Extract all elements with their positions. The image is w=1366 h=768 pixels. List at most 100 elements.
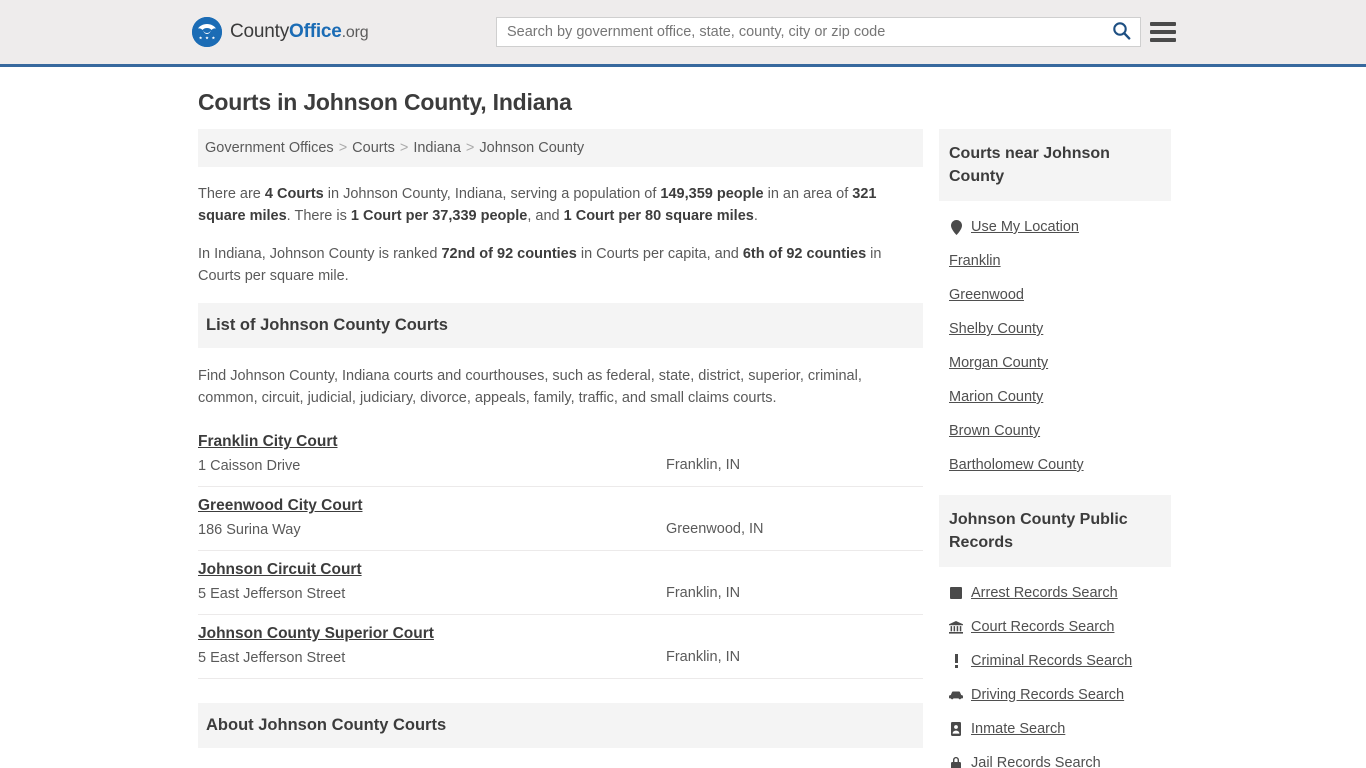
intro-text: in Courts per capita, and	[576, 246, 743, 262]
content-columns: Government Offices > Courts > Indiana > Johnso…	[198, 129, 1174, 768]
sidebar-item-label[interactable]: Franklin	[949, 253, 1001, 269]
sidebar-item-label[interactable]: Morgan County	[949, 355, 1048, 371]
brand-part-county: County	[230, 21, 290, 42]
lock-icon	[949, 755, 963, 768]
brand-part-office: Office	[289, 21, 342, 42]
exclamation-icon	[949, 653, 963, 669]
intro-paragraph-2: In Indiana, Johnson County is ranked 72n…	[198, 243, 923, 287]
sidebar-item-label[interactable]: Driving Records Search	[971, 687, 1124, 703]
site-header: CountyOffice.org	[0, 0, 1366, 67]
court-name-link[interactable]: Franklin City Court	[198, 433, 338, 451]
stat-population: 149,359 people	[660, 186, 764, 202]
search-button[interactable]	[1102, 18, 1140, 46]
sidebar-item-bartholomew-county[interactable]: Bartholomew County	[939, 448, 1171, 482]
court-name-link[interactable]: Johnson County Superior Court	[198, 625, 434, 643]
search-bar[interactable]	[496, 17, 1141, 47]
records-section-heading: Johnson County Public Records	[939, 495, 1171, 567]
main-content: Government Offices > Courts > Indiana > Johnso…	[198, 129, 923, 768]
court-name-link[interactable]: Greenwood City Court	[198, 497, 362, 515]
stat-court-count: 4 Courts	[264, 186, 324, 202]
court-address: 5 East Jefferson Street	[198, 586, 346, 602]
sidebar-item-use-my-location[interactable]: Use My Location	[939, 210, 1171, 244]
hamburger-bar	[1150, 38, 1176, 42]
hamburger-menu-icon[interactable]	[1150, 22, 1176, 42]
sidebar-item-label[interactable]: Brown County	[949, 423, 1040, 439]
brand-wordmark: CountyOffice.org	[230, 21, 369, 43]
table-row[interactable]: Greenwood City Court 186 Surina Way Gree…	[198, 487, 923, 551]
intro-paragraph-1: There are 4 Courts in Johnson County, In…	[198, 183, 923, 227]
sidebar-item-inmate-search[interactable]: Inmate Search	[939, 712, 1171, 746]
intro-text: .	[753, 208, 758, 224]
court-info: Johnson Circuit Court 5 East Jefferson S…	[198, 561, 666, 602]
sidebar-item-marion-county[interactable]: Marion County	[939, 380, 1171, 414]
sidebar-item-label[interactable]: Marion County	[949, 389, 1043, 405]
sidebar-item-criminal-records-search[interactable]: Criminal Records Search	[939, 644, 1171, 678]
sidebar-item-brown-county[interactable]: Brown County	[939, 414, 1171, 448]
intro-text: . There is	[286, 208, 351, 224]
table-row[interactable]: Johnson Circuit Court 5 East Jefferson S…	[198, 551, 923, 615]
car-icon	[949, 687, 963, 703]
sidebar-item-label[interactable]: Greenwood	[949, 287, 1024, 303]
courthouse-icon	[949, 619, 963, 635]
stat-rank-per-capita: 72nd of 92 counties	[441, 246, 577, 262]
id-badge-icon	[949, 721, 963, 737]
hamburger-bar	[1150, 22, 1176, 26]
sidebar-item-label[interactable]: Arrest Records Search	[971, 585, 1118, 601]
intro-text: in an area of	[763, 186, 853, 202]
sidebar-item-driving-records-search[interactable]: Driving Records Search	[939, 678, 1171, 712]
court-city: Franklin, IN	[666, 585, 741, 601]
court-info: Johnson County Superior Court 5 East Jef…	[198, 625, 666, 666]
search-icon	[1112, 21, 1131, 43]
court-info: Greenwood City Court 186 Surina Way	[198, 497, 666, 538]
site-logo[interactable]: CountyOffice.org	[192, 17, 369, 47]
sidebar-item-label[interactable]: Use My Location	[971, 219, 1079, 235]
sidebar-item-court-records-search[interactable]: Court Records Search	[939, 610, 1171, 644]
sidebar-item-label[interactable]: Inmate Search	[971, 721, 1065, 737]
sidebar-item-franklin[interactable]: Franklin	[939, 244, 1171, 278]
sidebar-item-label[interactable]: Court Records Search	[971, 619, 1114, 635]
court-address: 5 East Jefferson Street	[198, 650, 346, 666]
breadcrumb-item-indiana[interactable]: Indiana	[413, 140, 461, 156]
page-body: Courts in Johnson County, Indiana Govern…	[0, 89, 1366, 768]
stat-rank-per-area: 6th of 92 counties	[742, 246, 867, 262]
intro-text: There are	[198, 186, 265, 202]
eagle-stars-logo-icon	[192, 17, 222, 47]
court-city: Franklin, IN	[666, 649, 741, 665]
sidebar-item-shelby-county[interactable]: Shelby County	[939, 312, 1171, 346]
sidebar-item-greenwood[interactable]: Greenwood	[939, 278, 1171, 312]
sidebar-item-jail-records-search[interactable]: Jail Records Search	[939, 746, 1171, 768]
sidebar-item-label[interactable]: Criminal Records Search	[971, 653, 1132, 669]
court-info: Franklin City Court 1 Caisson Drive	[198, 433, 666, 474]
page-title: Courts in Johnson County, Indiana	[198, 89, 572, 115]
breadcrumb-separator: >	[465, 140, 475, 156]
table-row[interactable]: Johnson County Superior Court 5 East Jef…	[198, 615, 923, 679]
sidebar-item-label[interactable]: Jail Records Search	[971, 755, 1101, 768]
hamburger-bar	[1150, 30, 1176, 34]
court-address: 186 Surina Way	[198, 522, 301, 538]
records-list: Arrest Records Search Court Records Sear…	[939, 567, 1171, 768]
court-city: Greenwood, IN	[666, 521, 764, 537]
breadcrumb-separator: >	[399, 140, 409, 156]
nearby-section-heading: Courts near Johnson County	[939, 129, 1171, 201]
sidebar-item-morgan-county[interactable]: Morgan County	[939, 346, 1171, 380]
breadcrumb-separator: >	[338, 140, 348, 156]
sidebar-item-label[interactable]: Shelby County	[949, 321, 1043, 337]
breadcrumb-item-courts[interactable]: Courts	[352, 140, 395, 156]
table-row[interactable]: Franklin City Court 1 Caisson Drive Fran…	[198, 423, 923, 487]
breadcrumb: Government Offices > Courts > Indiana > Johnso…	[198, 129, 923, 167]
court-name-link[interactable]: Johnson Circuit Court	[198, 561, 362, 579]
about-section-heading: About Johnson County Courts	[198, 703, 923, 748]
sidebar-item-label[interactable]: Bartholomew County	[949, 457, 1084, 473]
intro-statistics: There are 4 Courts in Johnson County, In…	[198, 183, 923, 287]
fingerprint-square-icon	[949, 585, 963, 601]
breadcrumb-item-johnson-county[interactable]: Johnson County	[479, 140, 584, 156]
intro-text: in Johnson County, Indiana, serving a po…	[323, 186, 661, 202]
search-input[interactable]	[497, 18, 1102, 46]
breadcrumb-item-government-offices[interactable]: Government Offices	[205, 140, 334, 156]
list-section-description: Find Johnson County, Indiana courts and …	[198, 368, 862, 406]
sidebar-item-arrest-records-search[interactable]: Arrest Records Search	[939, 576, 1171, 610]
brand-part-org: .org	[341, 24, 369, 41]
court-city: Franklin, IN	[666, 457, 741, 473]
list-section-heading: List of Johnson County Courts	[198, 303, 923, 348]
stat-per-capita: 1 Court per 37,339 people	[350, 208, 528, 224]
